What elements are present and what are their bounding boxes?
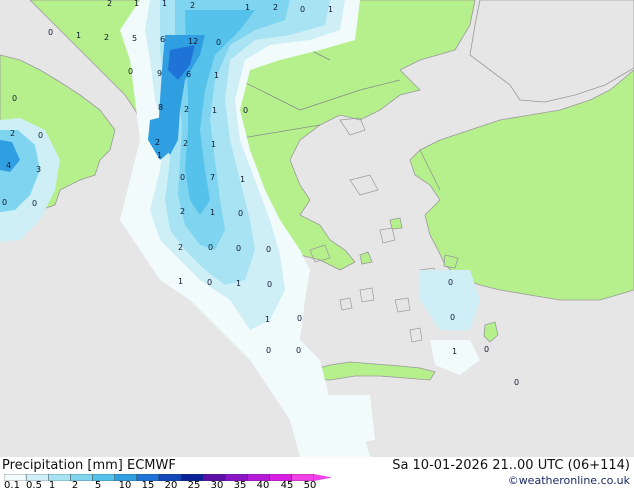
precip-value-label: 1 [210, 208, 215, 217]
precip-value-label: 1 [328, 5, 333, 14]
precip-value-label: 9 [157, 69, 162, 78]
land-island-4 [389, 217, 403, 230]
precip-value-label: 4 [6, 161, 11, 170]
precip-value-label: 0 [180, 173, 185, 182]
precip-value-label: 0 [297, 314, 302, 323]
precip-value-label: 0 [12, 94, 17, 103]
precip-value-label: 7 [210, 173, 215, 182]
precip-value-label: 2 [107, 0, 112, 8]
precip-value-label: 0 [2, 198, 7, 207]
precip-value-label: 1 [178, 277, 183, 286]
precip-value-label: 1 [157, 151, 162, 160]
map-title: Precipitation [mm] ECMWF [2, 458, 176, 473]
precip-value-label: 2 [155, 138, 160, 147]
precip-value-label: 1 [214, 71, 219, 80]
precip-value-label: 8 [158, 103, 163, 112]
precip-value-label: 2 [178, 243, 183, 252]
precip-value-label: 0 [296, 346, 301, 355]
precip-value-label: 2 [184, 105, 189, 114]
site-credit[interactable]: ©weatheronline.co.uk [508, 474, 630, 487]
precip-value-label: 0 [207, 278, 212, 287]
precip-value-label: 1 [240, 175, 245, 184]
precip-value-label: 1 [162, 0, 167, 8]
precip-value-label: 1 [452, 347, 457, 356]
precip-value-label: 0 [448, 278, 453, 287]
precip-value-label: 2 [183, 139, 188, 148]
valid-time: Sa 10-01-2026 21..00 UTC (06+114) [392, 458, 630, 473]
precip-value-label: 0 [243, 106, 248, 115]
precip-value-label: 1 [236, 279, 241, 288]
precip-value-label: 1 [134, 0, 139, 8]
precip-value-label: 6 [186, 70, 191, 79]
precip-value-label: 2 [190, 1, 195, 10]
precip-value-label: 0 [238, 209, 243, 218]
precip-value-label: 0 [266, 346, 271, 355]
precip-value-label: 1 [76, 31, 81, 40]
precip-value-label: 2 [10, 129, 15, 138]
precip-value-label: 0 [128, 67, 133, 76]
precip-value-label: 0 [300, 5, 305, 14]
precip-value-label: 0 [216, 38, 221, 47]
precip-value-label: 1 [245, 3, 250, 12]
precip-value-label: 0 [450, 313, 455, 322]
precipitation-map: 2 1 1 2 1 2 0 10 1 2 5 6 12 00 9 6 108 2 1 02 02 2 14 310 7 10 02 1… [0, 0, 634, 457]
precip-value-label: 6 [160, 35, 165, 44]
precip-value-label: 2 [180, 207, 185, 216]
precip-value-label: 0 [484, 345, 489, 354]
precip-value-label: 0 [208, 243, 213, 252]
precip-value-label: 0 [266, 245, 271, 254]
precip-value-label: 12 [188, 37, 198, 46]
precip-value-label: 0 [38, 131, 43, 140]
precip-value-label: 1 [212, 106, 217, 115]
precip-value-label: 2 [273, 3, 278, 12]
precip-value-label: 0 [236, 244, 241, 253]
precip-value-label: 0 [267, 280, 272, 289]
precip-value-label: 1 [265, 315, 270, 324]
precip-value-label: 1 [211, 140, 216, 149]
scale-arrow [314, 474, 332, 481]
precip-value-label: 0 [32, 199, 37, 208]
precip-value-label: 5 [132, 34, 137, 43]
footer-bar: Precipitation [mm] ECMWF Sa 10-01-2026 2… [0, 457, 634, 491]
precip-value-label: 0 [514, 378, 519, 387]
precip-value-label: 2 [104, 33, 109, 42]
precip-value-label: 3 [36, 165, 41, 174]
precip-value-label: 0 [48, 28, 53, 37]
